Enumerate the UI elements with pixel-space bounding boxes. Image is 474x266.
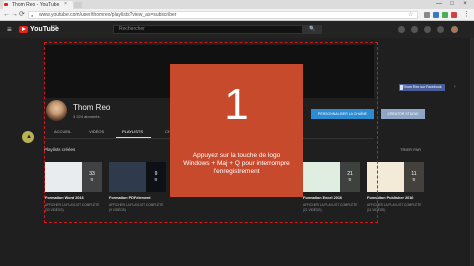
url-field[interactable]: www.youtube.com/user/thomreo/playlists?v… (28, 11, 418, 19)
reload-icon[interactable]: ⟳ (19, 11, 25, 19)
browser-menu-icon[interactable]: ⋮ (463, 11, 470, 19)
extension-icon[interactable] (424, 12, 430, 18)
search-button[interactable]: 🔍 (303, 25, 322, 34)
sort-by-button[interactable]: TRIER PAR (400, 147, 421, 152)
forward-icon[interactable]: → (11, 11, 18, 19)
tab-close-icon[interactable]: × (64, 1, 67, 7)
page-scrollbar[interactable] (470, 38, 474, 266)
screen: Thom Reo - YouTube × — □ × ← → ⟳ www.you… (0, 0, 474, 266)
browser-tab[interactable]: Thom Reo - YouTube (3, 1, 73, 9)
youtube-favicon-icon (4, 3, 8, 6)
playlist-icon: ≡ (412, 177, 416, 183)
avatar[interactable] (451, 26, 458, 33)
facebook-link[interactable]: Thom Reo sur Facebook (399, 84, 445, 91)
maximize-button[interactable]: □ (446, 0, 458, 9)
back-icon[interactable]: ← (3, 11, 10, 19)
apps-icon[interactable] (411, 26, 418, 33)
playlist-video-count: 11 ≡ (404, 162, 424, 192)
messages-icon[interactable] (424, 26, 431, 33)
extension-icon[interactable] (442, 12, 448, 18)
facebook-icon (400, 85, 403, 90)
extension-icon[interactable] (433, 12, 439, 18)
upload-icon[interactable] (398, 26, 405, 33)
youtube-country-code: FR (53, 24, 57, 28)
extension-icon[interactable] (451, 12, 457, 18)
search-input[interactable]: Rechercher (113, 25, 303, 34)
creator-studio-button[interactable]: CREATOR STUDIO (381, 109, 425, 119)
lock-icon: ● (31, 13, 34, 18)
hamburger-menu-icon[interactable]: ≡ (7, 26, 12, 34)
tab-title: Thom Reo - YouTube (12, 2, 60, 8)
countdown-message: Appuyez sur la touche de logo Windows + … (183, 152, 290, 175)
cursor-icon: ▲ (26, 134, 32, 140)
new-tab-button[interactable] (74, 2, 82, 8)
notifications-icon[interactable] (437, 26, 444, 33)
play-triangle-icon (22, 27, 26, 31)
social-links-icon[interactable]: › (454, 84, 456, 90)
countdown-number: 1 (224, 80, 249, 129)
minimize-button[interactable]: — (433, 0, 445, 9)
close-window-button[interactable]: × (459, 0, 471, 9)
bookmark-star-icon[interactable]: ☆ (408, 11, 413, 18)
